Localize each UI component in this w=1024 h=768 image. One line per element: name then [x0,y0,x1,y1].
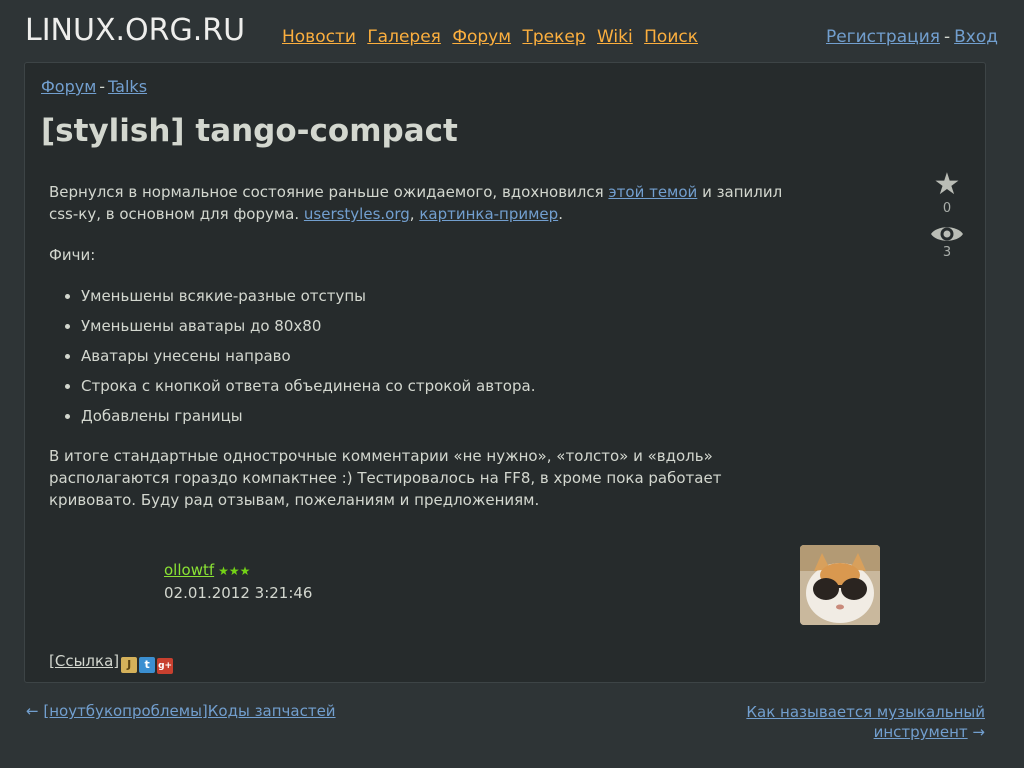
prev-topic: ← [ноутбукопроблемы]Коды запчастей [26,702,336,720]
login-link[interactable]: Вход [954,27,998,47]
post-links: [Ссылка] Jt g+ [49,652,174,674]
twitter-icon[interactable]: t [139,657,156,673]
eye-icon[interactable] [930,222,964,246]
features-list: Уменьшены всякие-разные отступы Уменьшен… [49,285,789,427]
features-label: Фичи: [49,246,96,264]
arrow-left-icon: ← [26,702,39,720]
next-topic: Как называется музыкальный инструмент → [725,702,985,742]
watchers-count: 3 [942,245,952,260]
next-topic-link[interactable]: Как называется музыкальный инструмент [746,703,985,741]
account-links: Регистрация - Вход [826,27,998,47]
nav-tracker[interactable]: Трекер [522,27,585,47]
list-item: Добавлены границы [81,405,789,427]
juick-icon[interactable]: J [121,657,138,673]
intro-paragraph: Вернулся в нормальное состояние раньше о… [49,181,789,225]
breadcrumb-separator: - [99,77,106,96]
intro-comma: , [409,205,420,223]
avatar-image [800,545,880,625]
topic-card: Форум - Talks [stylish] tango-compact Верн… [24,62,986,683]
nav-news[interactable]: Новости [282,27,356,47]
nav-gallery[interactable]: Галерея [367,27,441,47]
nav-forum[interactable]: Форум [452,27,511,47]
outro-paragraph: В итоге стандартные однострочные коммент… [49,447,722,509]
register-link[interactable]: Регистрация [826,27,940,47]
list-item: Аватары унесены направо [81,345,789,367]
site-header: LINUX.ORG.RU Новости Галерея Форум Треке… [0,0,1024,60]
breadcrumb-forum[interactable]: Форум [41,77,96,96]
nav-wiki[interactable]: Wiki [597,27,633,47]
nav-search[interactable]: Поиск [644,27,698,47]
this-topic-link[interactable]: этой темой [608,183,697,201]
prev-topic-link[interactable]: [ноутбукопроблемы]Коды запчастей [43,702,335,720]
userstyles-link[interactable]: userstyles.org [304,205,410,223]
permalink[interactable]: [Ссылка] [49,652,119,670]
intro-text-1: Вернулся в нормальное состояние раньше о… [49,183,609,201]
intro-end: . [558,205,563,223]
list-item: Уменьшены аватары до 80x80 [81,315,789,337]
avatar [800,545,880,625]
breadcrumb-talks[interactable]: Talks [108,77,147,96]
topic-body: Вернулся в нормальное состояние раньше о… [49,181,789,530]
author-stars: ★★★ [218,564,251,578]
breadcrumb: Форум - Talks [41,77,147,96]
list-item: Строка с кнопкой ответа объединена со ст… [81,375,789,397]
screenshot-example-link[interactable]: картинка-пример [419,205,558,223]
google-plus-icon[interactable]: g+ [157,658,174,674]
author-nick[interactable]: ollowtf [164,561,214,579]
favorites-count: 0 [942,201,952,216]
star-icon[interactable]: ★ [925,168,969,202]
list-item: Уменьшены всякие-разные отступы [81,285,789,307]
site-logo[interactable]: LINUX.ORG.RU [25,13,245,48]
topic-stats: ★ 0 3 [925,168,969,260]
author-info: ollowtf ★★★ 02.01.2012 3:21:46 [164,559,312,604]
arrow-right-icon: → [972,723,985,741]
account-separator: - [943,27,951,47]
topic-title: [stylish] tango-compact [41,113,458,149]
post-date: 02.01.2012 3:21:46 [164,584,313,602]
main-nav: Новости Галерея Форум Трекер Wiki Поиск [282,27,704,47]
